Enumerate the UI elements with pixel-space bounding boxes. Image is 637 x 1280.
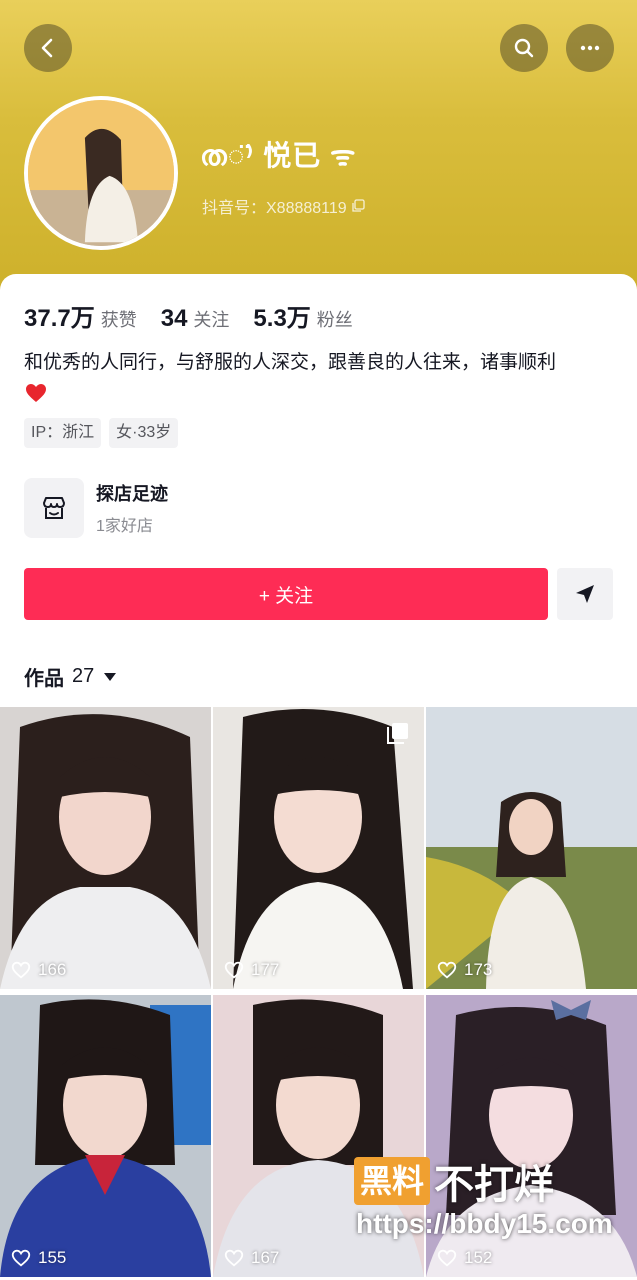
heart-outline-icon bbox=[224, 1249, 244, 1267]
stat-label: 获赞 bbox=[100, 310, 137, 330]
follow-button[interactable]: + 关注 bbox=[24, 568, 548, 620]
tag-ip: IP：浙江 bbox=[24, 418, 102, 448]
watermark-box: 黑料 bbox=[354, 1157, 431, 1205]
video-thumbnail bbox=[0, 707, 211, 989]
shop-icon-box bbox=[24, 478, 84, 538]
red-heart-icon bbox=[26, 383, 46, 402]
profile-tags: IP：浙江 女·33岁 bbox=[24, 418, 179, 448]
tag-gender-age: 女·33岁 bbox=[109, 418, 179, 448]
stat-value: 37.7万 bbox=[24, 305, 95, 332]
watermark-url: https://bbdy15.com bbox=[356, 1208, 613, 1239]
likes-number: 152 bbox=[464, 1247, 493, 1267]
shop-subtitle: 1家好店 bbox=[96, 518, 153, 535]
likes-number: 167 bbox=[251, 1247, 280, 1267]
stats-row: 37.7万 获赞 34 关注 5.3万 粉丝 bbox=[24, 298, 377, 333]
works-count: 27 bbox=[72, 665, 95, 687]
back-button[interactable] bbox=[24, 24, 72, 72]
douyin-id-text: 抖音号：X88888119 bbox=[202, 200, 347, 217]
multi-image-icon bbox=[387, 723, 408, 744]
watermark: 黑料 不打烊 bbox=[354, 1152, 554, 1210]
stat-followers[interactable]: 5.3万 粉丝 bbox=[253, 298, 352, 333]
chevron-left-icon bbox=[41, 38, 53, 58]
likes-count: 166 bbox=[10, 959, 66, 981]
likes-count: 167 bbox=[223, 1247, 279, 1269]
stat-label: 关注 bbox=[193, 310, 230, 330]
heart-outline-icon bbox=[224, 961, 244, 979]
works-label: 作品 bbox=[24, 668, 64, 690]
heart-outline-icon bbox=[11, 1249, 31, 1267]
send-icon bbox=[576, 585, 594, 603]
stat-value: 34 bbox=[160, 305, 188, 332]
likes-number: 173 bbox=[464, 960, 493, 979]
likes-number: 155 bbox=[38, 1247, 67, 1267]
stat-value: 5.3万 bbox=[253, 305, 311, 332]
likes-count: 177 bbox=[223, 959, 279, 981]
shop-entry[interactable]: 探店足迹 1家好店 bbox=[24, 478, 168, 538]
video-tile[interactable]: 155 bbox=[0, 994, 211, 1277]
heart-outline-icon bbox=[437, 961, 457, 979]
works-tab[interactable]: 作品 27 bbox=[24, 662, 117, 691]
watermark-text: 不打烊 bbox=[434, 1163, 555, 1207]
likes-number: 166 bbox=[38, 960, 67, 979]
heart-outline-icon bbox=[437, 1249, 457, 1267]
bio: 和优秀的人同行，与舒服的人深交，跟善良的人往来，诸事顺利 bbox=[24, 348, 614, 408]
avatar[interactable] bbox=[24, 96, 178, 250]
likes-count: 173 bbox=[436, 959, 492, 981]
avatar-image bbox=[28, 100, 174, 246]
bio-text: 和优秀的人同行，与舒服的人深交，跟善良的人往来，诸事顺利 bbox=[24, 352, 557, 373]
stat-likes[interactable]: 37.7万 获赞 bbox=[24, 298, 137, 333]
likes-count: 155 bbox=[10, 1247, 66, 1269]
video-thumbnail bbox=[0, 994, 211, 1277]
more-button[interactable] bbox=[566, 24, 614, 72]
heart-outline-icon bbox=[11, 961, 31, 979]
video-thumbnail bbox=[213, 707, 424, 989]
video-tile[interactable]: 173 bbox=[426, 707, 637, 989]
search-button[interactable] bbox=[500, 24, 548, 72]
copy-icon[interactable] bbox=[351, 199, 365, 213]
shop-title: 探店足迹 bbox=[96, 484, 168, 504]
nickname: ത◌̈⁾ 悦已 ᯤ bbox=[200, 140, 357, 171]
douyin-id[interactable]: 抖音号：X88888119 bbox=[202, 194, 365, 218]
video-tile[interactable]: 166 bbox=[0, 707, 211, 989]
stat-following[interactable]: 34 关注 bbox=[161, 305, 230, 333]
likes-count: 152 bbox=[436, 1247, 492, 1269]
more-dots-icon bbox=[580, 45, 600, 51]
stat-label: 粉丝 bbox=[316, 310, 353, 330]
store-icon bbox=[43, 497, 65, 519]
search-icon bbox=[514, 38, 534, 58]
caret-down-icon bbox=[104, 672, 117, 681]
message-button[interactable] bbox=[557, 568, 613, 620]
likes-number: 177 bbox=[251, 960, 280, 979]
video-tile[interactable]: 177 bbox=[213, 707, 424, 989]
video-thumbnail bbox=[426, 707, 637, 989]
